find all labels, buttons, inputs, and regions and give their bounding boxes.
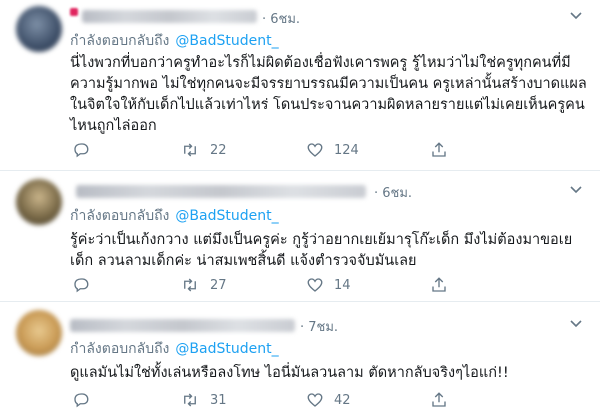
reply-prefix: กำลังตอบกลับถึง [70, 341, 170, 357]
reply-to-line: กำลังตอบกลับถึง @BadStudent_ [70, 205, 279, 227]
tweet-actions: 22 124 [70, 140, 590, 160]
reply-button[interactable] [72, 275, 90, 295]
like-count: 14 [334, 277, 351, 293]
display-name-blurred[interactable] [70, 319, 295, 332]
share-button[interactable] [430, 275, 448, 295]
share-icon [432, 277, 446, 292]
reply-button[interactable] [72, 390, 90, 410]
avatar[interactable] [16, 310, 62, 356]
tweet-text: ดูแลมันไม่ใช่ทั้งเล่นหรือลงโทษ ไอนี่มันล… [70, 365, 509, 381]
reply-button[interactable] [72, 140, 90, 160]
display-name-blurred[interactable] [76, 185, 366, 198]
retweet-icon [184, 143, 196, 157]
heart-icon [307, 143, 323, 157]
retweet-button[interactable]: 27 [180, 275, 227, 295]
retweet-count: 22 [210, 142, 227, 158]
chevron-down-icon[interactable] [570, 12, 582, 20]
display-name-blurred[interactable] [82, 10, 257, 23]
reply-handle-link[interactable]: @BadStudent_ [175, 33, 278, 49]
tweet-time[interactable]: · 7ชม. [300, 316, 338, 337]
reply-icon [74, 278, 89, 293]
reply-to-line: กำลังตอบกลับถึง @BadStudent_ [70, 30, 279, 52]
chevron-down-icon[interactable] [570, 320, 582, 328]
like-button[interactable]: 124 [306, 140, 359, 160]
tweet-text: นี่ไงพวกที่บอกว่าครูทำอะไรก็ไม่ผิดต้องเช… [70, 55, 587, 134]
retweet-icon [184, 393, 196, 407]
tweet-1[interactable]: · 6ชม. กำลังตอบกลับถึง @BadStudent_ นี่ไง… [0, 0, 600, 170]
share-icon [432, 392, 446, 407]
reply-handle-link[interactable]: @BadStudent_ [175, 341, 278, 357]
reply-icon [74, 393, 89, 408]
reply-handle-link[interactable]: @BadStudent_ [175, 208, 278, 224]
tweet-3[interactable]: · 7ชม. กำลังตอบกลับถึง @BadStudent_ ดูแลม… [0, 302, 600, 410]
share-icon [432, 142, 446, 157]
retweet-count: 31 [210, 392, 227, 408]
retweet-button[interactable]: 31 [180, 390, 227, 410]
retweet-icon [184, 278, 196, 292]
like-button[interactable]: 42 [306, 390, 351, 410]
share-button[interactable] [430, 140, 448, 160]
retweet-button[interactable]: 22 [180, 140, 227, 160]
share-button[interactable] [430, 390, 448, 410]
tweet-2[interactable]: · 6ชม. กำลังตอบกลับถึง @BadStudent_ รู้ค่… [0, 171, 600, 301]
heart-icon [307, 393, 323, 407]
like-count: 42 [334, 392, 351, 408]
chevron-down-icon[interactable] [570, 186, 582, 194]
tweet-actions: 27 14 [70, 275, 590, 295]
verified-badge-blurred [70, 8, 78, 16]
heart-icon [307, 278, 323, 292]
like-button[interactable]: 14 [306, 275, 351, 295]
tweet-time[interactable]: · 6ชม. [374, 182, 412, 203]
reply-icon [74, 143, 89, 158]
reply-to-line: กำลังตอบกลับถึง @BadStudent_ [70, 338, 279, 360]
reply-prefix: กำลังตอบกลับถึง [70, 208, 170, 224]
avatar[interactable] [16, 6, 62, 52]
avatar[interactable] [16, 179, 62, 225]
tweet-text: รู้ค่ะว่าเป็นเก้งกวาง แต่มึงเป็นครูค่ะ ก… [70, 232, 573, 269]
like-count: 124 [334, 142, 359, 158]
tweet-time[interactable]: · 6ชม. [262, 8, 300, 29]
tweet-actions: 31 42 [70, 390, 590, 410]
retweet-count: 27 [210, 277, 227, 293]
reply-prefix: กำลังตอบกลับถึง [70, 33, 170, 49]
